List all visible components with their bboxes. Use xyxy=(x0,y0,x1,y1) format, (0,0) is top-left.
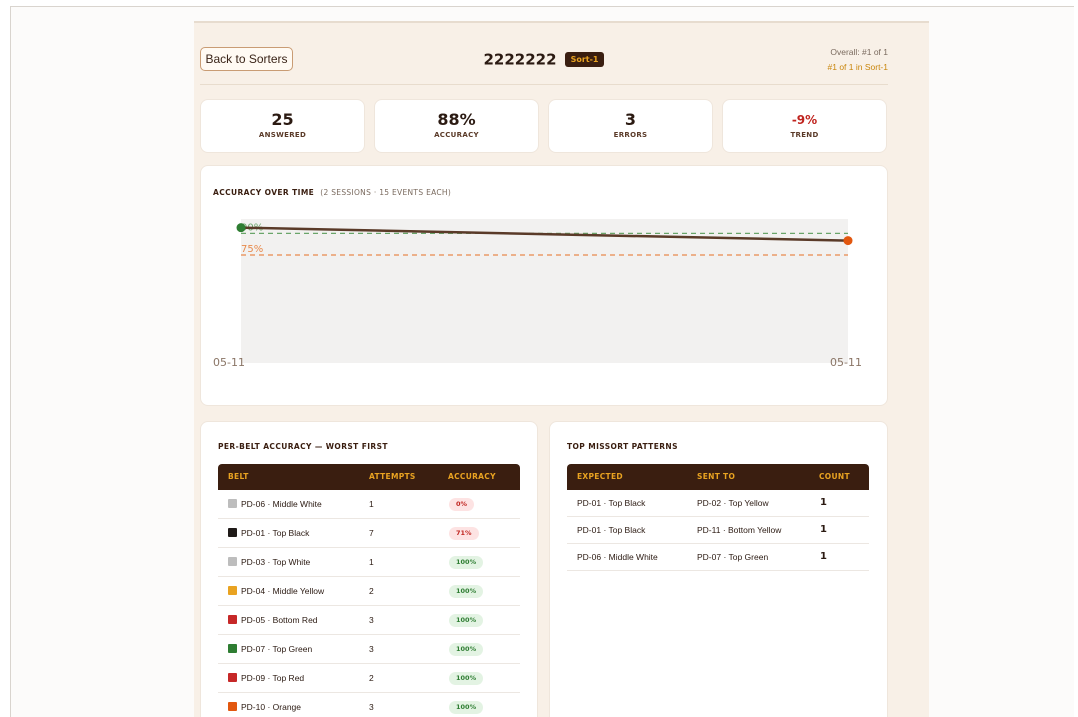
accuracy-badge: 100% xyxy=(449,643,484,656)
sent-to-belt: PD-07 · Top Green xyxy=(697,552,769,562)
table-row: PD-01 · Top Black PD-11 · Bottom Yellow 1 xyxy=(567,517,869,544)
missort-title: TOP MISSORT PATTERNS xyxy=(567,442,678,451)
table-row: PD-04 · Middle Yellow 2 100% xyxy=(218,577,520,606)
table-row: PD-05 · Bottom Red 3 100% xyxy=(218,606,520,635)
stat-label: ANSWERED xyxy=(258,131,307,139)
missort-count: 1 xyxy=(820,497,827,508)
belt-color-swatch xyxy=(228,644,237,653)
column-header-belt: BELT xyxy=(228,472,249,481)
x-tick-label: 05-11 xyxy=(213,356,245,369)
reference-line-label: 75% xyxy=(241,244,263,255)
column-header-expected: EXPECTED xyxy=(577,472,623,481)
per-belt-table-header: BELT ATTEMPTS ACCURACY xyxy=(218,464,520,490)
missort-count: 1 xyxy=(820,524,827,535)
stat-value: -9% xyxy=(791,113,818,127)
table-row: PD-06 · Middle White 1 0% xyxy=(218,490,520,519)
stat-value: 3 xyxy=(624,110,637,129)
per-belt-accuracy-card: PER-BELT ACCURACY — WORST FIRST BELT ATT… xyxy=(200,421,538,717)
stat-value: 25 xyxy=(271,110,294,129)
accuracy-badge: 100% xyxy=(449,556,484,569)
stat-label: ERRORS xyxy=(613,131,648,139)
stat-value: 88% xyxy=(437,110,476,129)
browser-viewport: 2222222 Sort-1 Back to Sorters Overall: #… xyxy=(10,6,1074,717)
belt-attempts: 3 xyxy=(369,702,374,712)
stat-label: ACCURACY xyxy=(434,131,479,139)
belt-attempts: 2 xyxy=(369,586,374,596)
accuracy-badge: 100% xyxy=(449,672,484,685)
accuracy-badge: 71% xyxy=(449,527,479,540)
table-row: PD-03 · Top White 1 100% xyxy=(218,548,520,577)
data-point xyxy=(843,236,853,246)
expected-belt: PD-01 · Top Black xyxy=(577,525,646,535)
accuracy-badge: 100% xyxy=(449,585,484,598)
per-belt-title: PER-BELT ACCURACY — WORST FIRST xyxy=(218,442,388,451)
missort-table-header: EXPECTED SENT TO COUNT xyxy=(567,464,869,490)
belt-color-swatch xyxy=(228,586,237,595)
stat-card-trend: -9% TREND xyxy=(722,99,887,153)
stat-card-answered: 25 ANSWERED xyxy=(200,99,365,153)
belt-attempts: 1 xyxy=(369,499,374,509)
sent-to-belt: PD-11 · Bottom Yellow xyxy=(697,525,782,535)
expected-belt: PD-06 · Middle White xyxy=(577,552,658,562)
column-header-accuracy: ACCURACY xyxy=(448,472,496,481)
stat-label: TREND xyxy=(790,131,819,139)
stat-card-accuracy: 88% ACCURACY xyxy=(374,99,539,153)
belt-color-swatch xyxy=(228,528,237,537)
sorter-id: 2222222 xyxy=(483,50,557,69)
belt-attempts: 7 xyxy=(369,528,374,538)
table-row: PD-06 · Middle White PD-07 · Top Green 1 xyxy=(567,544,869,571)
column-header-attempts: ATTEMPTS xyxy=(369,472,416,481)
belt-name: PD-05 · Bottom Red xyxy=(241,615,318,625)
belt-attempts: 3 xyxy=(369,615,374,625)
belt-attempts: 2 xyxy=(369,673,374,683)
belt-color-swatch xyxy=(228,702,237,711)
belt-name: PD-01 · Top Black xyxy=(241,528,310,538)
title-group: 2222222 Sort-1 xyxy=(200,49,888,69)
belt-name: PD-04 · Middle Yellow xyxy=(241,586,325,596)
rank-overall: Overall: #1 of 1 xyxy=(830,47,888,57)
chart-plot-area xyxy=(241,219,848,363)
x-tick-label: 05-11 xyxy=(830,356,862,369)
belt-attempts: 1 xyxy=(369,557,374,567)
belt-name: PD-06 · Middle White xyxy=(241,499,322,509)
belt-name: PD-10 · Orange xyxy=(241,702,301,712)
missort-count: 1 xyxy=(820,551,827,562)
table-row: PD-07 · Top Green 3 100% xyxy=(218,635,520,664)
accuracy-chart-card: ACCURACY OVER TIME (2 SESSIONS · 15 EVEN… xyxy=(200,165,888,406)
table-row: PD-01 · Top Black PD-02 · Top Yellow 1 xyxy=(567,490,869,517)
table-row: PD-10 · Orange 3 100% xyxy=(218,693,520,717)
belt-color-swatch xyxy=(228,615,237,624)
belt-name: PD-09 · Top Red xyxy=(241,673,305,683)
table-row: PD-01 · Top Black 7 71% xyxy=(218,519,520,548)
data-point xyxy=(236,223,246,233)
missort-rows: PD-01 · Top Black PD-02 · Top Yellow 1 PD-0… xyxy=(567,490,869,571)
accuracy-badge: 0% xyxy=(449,498,475,511)
accuracy-badge: 100% xyxy=(449,701,484,714)
sent-to-belt: PD-02 · Top Yellow xyxy=(697,498,769,508)
accuracy-line-chart: 90%75%05-11 05-11 xyxy=(213,219,862,369)
column-header-sent-to: SENT TO xyxy=(697,472,736,481)
page-header: 2222222 Sort-1 Back to Sorters Overall: #… xyxy=(200,45,888,85)
rank-info: Overall: #1 of 1 #1 of 1 in Sort-1 xyxy=(828,45,888,75)
belt-color-swatch xyxy=(228,673,237,682)
expected-belt: PD-01 · Top Black xyxy=(577,498,646,508)
back-to-sorters-button[interactable]: Back to Sorters xyxy=(200,47,293,71)
missort-patterns-card: TOP MISSORT PATTERNS EXPECTED SENT TO CO… xyxy=(549,421,888,717)
column-header-count: COUNT xyxy=(819,472,850,481)
stat-card-errors: 3 ERRORS xyxy=(548,99,713,153)
table-row: PD-09 · Top Red 2 100% xyxy=(218,664,520,693)
rank-in-group: #1 of 1 in Sort-1 xyxy=(827,62,888,72)
belt-name: PD-03 · Top White xyxy=(241,557,311,567)
belt-attempts: 3 xyxy=(369,644,374,654)
sort-group-badge: Sort-1 xyxy=(564,52,605,67)
belt-color-swatch xyxy=(228,557,237,566)
belt-name: PD-07 · Top Green xyxy=(241,644,313,654)
per-belt-rows: PD-06 · Middle White 1 0% PD-01 · Top Black… xyxy=(218,490,520,717)
belt-color-swatch xyxy=(228,499,237,508)
sorter-detail-page: 2222222 Sort-1 Back to Sorters Overall: #… xyxy=(194,21,929,717)
accuracy-badge: 100% xyxy=(449,614,484,627)
